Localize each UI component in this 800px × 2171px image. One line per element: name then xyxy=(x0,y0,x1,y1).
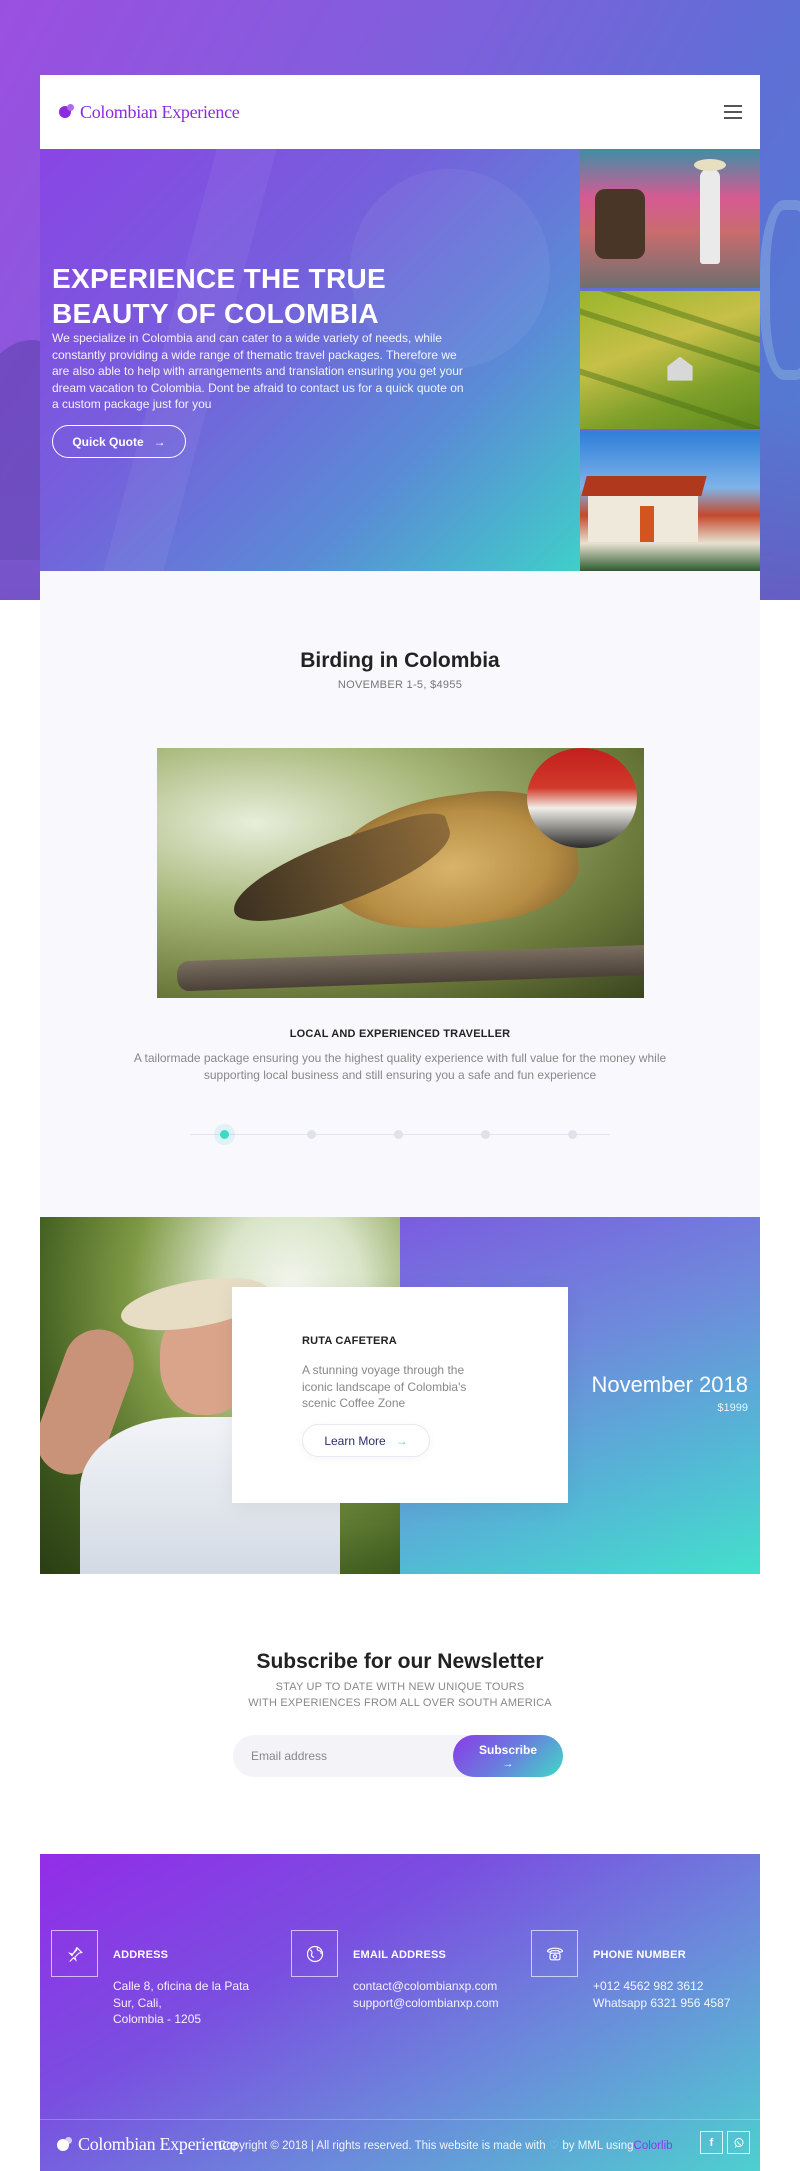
site-header: Colombian Experience xyxy=(40,75,760,149)
copyright-pre: Copyright © 2018 | All rights reserved. … xyxy=(218,2140,546,2152)
email-link[interactable]: contact@colombianxp.com xyxy=(353,1978,503,1995)
footer-divider xyxy=(40,2119,760,2120)
newsletter-title: Subscribe for our Newsletter xyxy=(256,1650,544,1673)
footer-logo-text: Colombian Experience xyxy=(78,2134,238,2154)
quick-quote-button[interactable]: Quick Quote → xyxy=(52,425,186,458)
email-link[interactable]: support@colombianxp.com xyxy=(353,1995,503,2012)
photo-colonial-house xyxy=(580,432,760,572)
photo-roof xyxy=(581,476,707,497)
photo-hat xyxy=(694,159,726,171)
bird-head xyxy=(527,748,637,848)
contact-line: Colombia - 1205 xyxy=(113,2012,202,2027)
newsletter-subtitle-line: STAY UP TO DATE WITH NEW UNIQUE TOURS xyxy=(275,1681,525,1693)
contact-line: Calle 8, oficina de la Pata xyxy=(113,1979,250,1993)
contact-lines: contact@colombianxp.com support@colombia… xyxy=(353,1978,503,2011)
phone-link[interactable]: +012 4562 982 3612 xyxy=(593,1978,743,1995)
site-logo[interactable]: Colombian Experience xyxy=(58,101,240,123)
learn-more-button[interactable]: Learn More → xyxy=(302,1424,430,1457)
whatsapp-icon[interactable] xyxy=(727,2131,750,2154)
slider-dot[interactable] xyxy=(394,1130,403,1139)
birding-title: Birding in Colombia xyxy=(300,649,500,672)
photo-horse xyxy=(595,189,645,259)
arrow-right-icon: → xyxy=(502,1758,514,1770)
hamburger-line xyxy=(724,117,742,119)
newsletter-subtitle-line: WITH EXPERIENCES FROM ALL OVER SOUTH AME… xyxy=(248,1696,552,1709)
tour-date: November 2018 xyxy=(591,1372,748,1397)
email-input[interactable] xyxy=(233,1735,453,1777)
contact-label: ADDRESS xyxy=(113,1949,169,1961)
footer-logo[interactable]: Colombian Experience xyxy=(56,2134,238,2155)
hero-description: We specialize in Colombia and can cater … xyxy=(52,331,464,412)
facebook-icon[interactable]: f xyxy=(700,2131,723,2154)
heart-icon: ♡ xyxy=(548,2140,560,2152)
hamburger-line xyxy=(724,105,742,107)
subscribe-button[interactable]: Subscribe → xyxy=(453,1735,563,1777)
subscribe-label: Subscribe xyxy=(478,1743,538,1757)
photo-person xyxy=(700,169,720,264)
birding-description: A tailormade package ensuring you the hi… xyxy=(133,1051,667,1082)
contact-label: PHONE NUMBER xyxy=(593,1949,686,1961)
contact-lines: +012 4562 982 3612 Whatsapp 6321 956 458… xyxy=(593,1978,743,2011)
background-arch xyxy=(760,200,800,380)
hero-banner: EXPERIENCE THE TRUE BEAUTY OF COLOMBIA W… xyxy=(40,149,580,571)
phone-link[interactable]: Whatsapp 6321 956 4587 xyxy=(593,1995,743,2012)
newsletter-subtitle: STAY UP TO DATE WITH NEW UNIQUE TOURS WI… xyxy=(0,1680,800,1711)
contact-email: EMAIL ADDRESS contact@colombianxp.com su… xyxy=(280,1930,510,2050)
arrow-right-icon: → xyxy=(395,1433,408,1448)
tour-price: $1999 xyxy=(717,1402,748,1414)
contact-lines: Calle 8, oficina de la Pata Sur, Cali, C… xyxy=(113,1978,263,2028)
contact-phone: PHONE NUMBER +012 4562 982 3612 Whatsapp… xyxy=(520,1930,750,2050)
logo-bird-icon xyxy=(56,2136,74,2154)
phone-icon xyxy=(531,1930,578,1977)
hamburger-line xyxy=(724,111,742,113)
site-footer: ADDRESS Calle 8, oficina de la Pata Sur,… xyxy=(40,1854,760,2171)
birding-heading: LOCAL AND EXPERIENCED TRAVELLER xyxy=(289,1028,511,1040)
logo-text: Colombian Experience xyxy=(80,101,240,122)
photo-hut xyxy=(667,356,693,381)
hero-photo-column xyxy=(580,149,760,572)
photo-door xyxy=(640,506,654,543)
slider-dot[interactable] xyxy=(568,1130,577,1139)
slider-dot[interactable] xyxy=(481,1130,490,1139)
contact-line: Sur, Cali, xyxy=(113,1995,162,2010)
photo-branch xyxy=(176,944,644,992)
quick-quote-label: Quick Quote xyxy=(72,434,144,449)
birding-section: Birding in Colombia NOVEMBER 1-5, $4955 … xyxy=(40,571,760,1217)
hamburger-icon[interactable] xyxy=(724,105,742,119)
birding-subtitle: NOVEMBER 1-5, $4955 xyxy=(337,679,463,691)
photo-street-scene xyxy=(580,149,760,288)
tour-description: A stunning voyage through the iconic lan… xyxy=(302,1363,467,1411)
tour-card: RUTA CAFETERA A stunning voyage through … xyxy=(232,1287,568,1503)
ruta-cafetera-section: November 2018 $1999 RUTA CAFETERA A stun… xyxy=(40,1217,760,1574)
photo-rice-terraces xyxy=(580,290,760,430)
globe-icon xyxy=(291,1930,338,1977)
newsletter-form: Subscribe → xyxy=(233,1735,563,1777)
woodpecker-photo xyxy=(157,748,644,998)
pin-icon xyxy=(51,1930,98,1977)
contact-address: ADDRESS Calle 8, oficina de la Pata Sur,… xyxy=(40,1930,270,2050)
logo-bird-icon xyxy=(58,103,76,121)
slider-dot[interactable] xyxy=(220,1130,229,1139)
slider-dot[interactable] xyxy=(307,1130,316,1139)
hero-title: EXPERIENCE THE TRUE BEAUTY OF COLOMBIA xyxy=(52,263,386,329)
hero-section: EXPERIENCE THE TRUE BEAUTY OF COLOMBIA W… xyxy=(40,149,760,572)
tour-title: RUTA CAFETERA xyxy=(302,1335,397,1347)
copyright-mid: by MML using xyxy=(562,2140,634,2152)
copyright-text: Copyright © 2018 | All rights reserved. … xyxy=(218,2138,673,2152)
learn-more-label: Learn More xyxy=(324,1433,386,1448)
contact-label: EMAIL ADDRESS xyxy=(353,1949,447,1961)
arrow-right-icon: → xyxy=(153,434,166,449)
colorlib-link[interactable]: Colorlib xyxy=(634,2140,673,2152)
